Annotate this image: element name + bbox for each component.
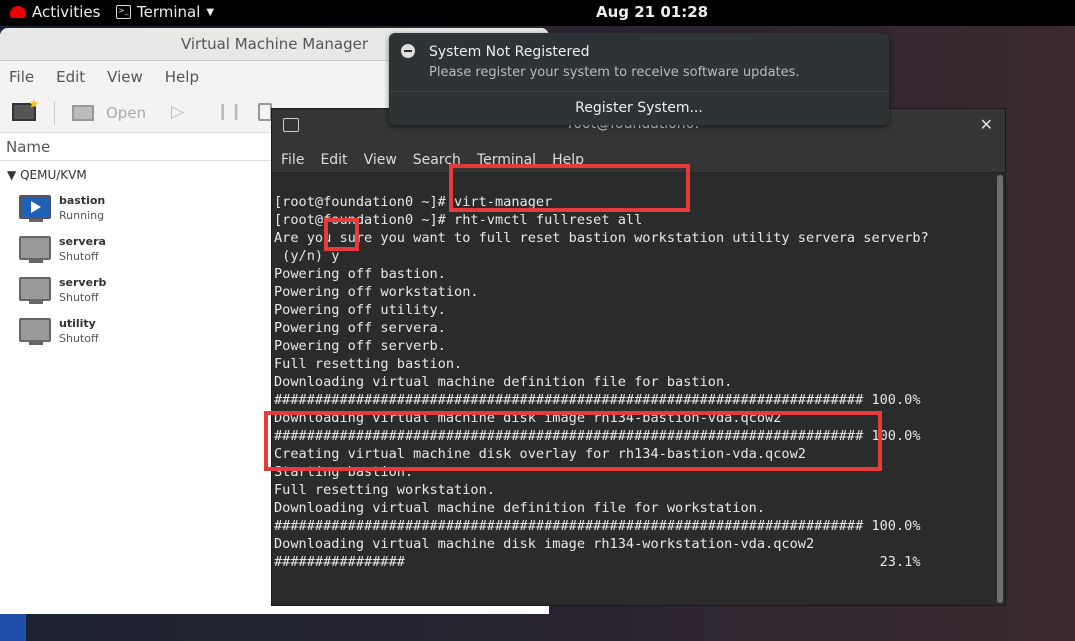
notification-banner[interactable]: System Not Registered Please register yo…: [389, 33, 889, 125]
menu-edit[interactable]: Edit: [56, 61, 85, 93]
vm-name: serverb: [59, 276, 107, 289]
activities-button[interactable]: Activities: [10, 3, 100, 21]
terminal-line: Downloading virtual machine disk image r…: [274, 536, 815, 552]
menu-file[interactable]: File: [281, 143, 304, 172]
app-menu-button[interactable]: >_ Terminal ▼: [116, 3, 214, 21]
connection-label: QEMU/KVM: [20, 168, 87, 182]
terminal-line: (y/n) y: [274, 248, 340, 264]
vm-shutoff-icon: [19, 277, 51, 301]
desktop-corner: [0, 613, 26, 641]
shutdown-icon[interactable]: [258, 103, 272, 121]
terminal-output[interactable]: [root@foundation0 ~]# virt-manager [root@…: [274, 175, 996, 605]
activities-label: Activities: [32, 3, 101, 21]
minus-circle-icon: [401, 44, 415, 58]
notification-body: Please register your system to receive s…: [429, 65, 800, 80]
terminal-line: Full resetting bastion.: [274, 356, 463, 372]
vm-name: utility: [59, 317, 96, 330]
toolbar-separator: [54, 101, 55, 125]
monitor-stand: [29, 219, 43, 222]
scrollbar[interactable]: [997, 175, 1003, 603]
redhat-logo-icon: [10, 6, 26, 18]
vm-shutoff-icon: [19, 318, 51, 342]
terminal-line: ########################################…: [274, 518, 921, 534]
terminal-line: Powering off servera.: [274, 320, 446, 336]
app-menu-label: Terminal: [137, 3, 201, 21]
terminal-line: Downloading virtual machine definition f…: [274, 500, 766, 516]
chevron-down-icon: ▼: [206, 6, 215, 18]
terminal-icon: >_: [116, 5, 131, 19]
notification-title: System Not Registered: [429, 44, 590, 60]
vm-shutoff-icon: [19, 236, 51, 260]
highlight-box-commands: [449, 164, 690, 212]
terminal-line: Powering off workstation.: [274, 284, 479, 300]
vm-name: bastion: [59, 194, 106, 207]
expander-icon[interactable]: ▼: [7, 168, 16, 182]
terminal-line: ########################################…: [274, 392, 921, 408]
vm-status: Shutoff: [59, 332, 99, 345]
open-button[interactable]: Open: [106, 104, 146, 122]
vm-running-icon: [19, 195, 51, 219]
star-icon: ★: [28, 97, 40, 112]
open-console-icon[interactable]: [72, 105, 94, 121]
terminal-line: Powering off bastion.: [274, 266, 446, 282]
menu-edit[interactable]: Edit: [320, 143, 347, 172]
menu-view[interactable]: View: [364, 143, 397, 172]
top-bar: Activities >_ Terminal ▼ Aug 21 01:28: [0, 0, 1075, 26]
register-system-button[interactable]: Register System...: [389, 92, 889, 125]
terminal-line: Are you sure you want to full reset bast…: [274, 230, 929, 246]
vm-status: Shutoff: [59, 250, 99, 263]
monitor-stand: [29, 260, 43, 263]
vm-name: servera: [59, 235, 106, 248]
highlight-box-overlay: [264, 411, 882, 471]
highlight-box-confirm: [324, 218, 359, 251]
terminal-line: Powering off serverb.: [274, 338, 446, 354]
menu-help[interactable]: Help: [165, 61, 199, 93]
terminal-line: Powering off utility.: [274, 302, 446, 318]
monitor-stand: [29, 342, 43, 345]
menu-file[interactable]: File: [9, 61, 34, 93]
terminal-line: ################ 23.1%: [274, 554, 921, 570]
terminal-line: Downloading virtual machine definition f…: [274, 374, 733, 390]
vm-status: Running: [59, 209, 105, 222]
terminal-line: Full resetting workstation.: [274, 482, 495, 498]
menu-view[interactable]: View: [107, 61, 143, 93]
monitor-stand: [29, 301, 43, 304]
pause-icon[interactable]: ❙❙: [216, 101, 243, 120]
vm-status: Shutoff: [59, 291, 99, 304]
terminal-line: [root@foundation0 ~]# rht-vmctl fullrese…: [274, 212, 643, 228]
close-icon[interactable]: ✕: [980, 115, 993, 134]
clock[interactable]: Aug 21 01:28: [596, 3, 708, 21]
play-icon[interactable]: ▷: [171, 102, 184, 122]
